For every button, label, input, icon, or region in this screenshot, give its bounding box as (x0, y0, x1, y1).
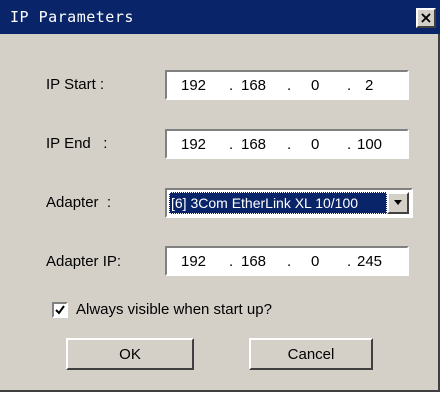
window-title: IP Parameters (10, 8, 134, 26)
title-bar[interactable]: IP Parameters × (0, 0, 440, 34)
adapter-label: Adapter : (46, 194, 112, 211)
ok-button[interactable]: OK (66, 338, 194, 370)
ip-dot: . (287, 253, 292, 270)
adapter-ip-field[interactable]: 192 . 168 . 0 . 245 (165, 246, 409, 276)
ip-octet-1[interactable]: 192 (181, 136, 206, 153)
ip-octet-1[interactable]: 192 (181, 77, 206, 94)
chevron-down-icon (394, 200, 402, 205)
ip-octet-4[interactable]: 245 (357, 253, 382, 270)
ip-parameters-dialog: IP Parameters × IP Start : 192 . 168 . 0… (0, 0, 440, 392)
ip-octet-2[interactable]: 168 (241, 253, 266, 270)
ip-dot: . (347, 136, 352, 153)
ip-end-field[interactable]: 192 . 168 . 0 . 100 (165, 129, 409, 159)
ip-dot: . (347, 77, 352, 94)
ip-octet-1[interactable]: 192 (181, 253, 206, 270)
checkmark-icon (55, 305, 65, 315)
close-button[interactable]: × (416, 8, 436, 28)
adapter-ip-label: Adapter IP: (46, 253, 122, 270)
adapter-selected-value[interactable]: [6] 3Com EtherLink XL 10/100 (169, 192, 387, 214)
ip-start-field[interactable]: 192 . 168 . 0 . 2 (165, 70, 409, 100)
ip-octet-2[interactable]: 168 (241, 77, 266, 94)
ip-dot: . (229, 253, 234, 270)
ip-dot: . (287, 136, 292, 153)
adapter-select[interactable]: [6] 3Com EtherLink XL 10/100 (165, 188, 413, 218)
ip-dot: . (347, 253, 352, 270)
ip-octet-3[interactable]: 0 (311, 136, 319, 153)
always-visible-label: Always visible when start up? (76, 301, 272, 318)
ip-dot: . (229, 136, 234, 153)
ip-end-label: IP End : (46, 135, 108, 152)
ip-octet-4[interactable]: 100 (357, 136, 382, 153)
ip-octet-4[interactable]: 2 (365, 77, 373, 94)
ip-dot: . (229, 77, 234, 94)
ip-octet-3[interactable]: 0 (311, 77, 319, 94)
cancel-button[interactable]: Cancel (249, 338, 373, 370)
ip-octet-3[interactable]: 0 (311, 253, 319, 270)
ip-start-label: IP Start : (46, 76, 105, 93)
ip-dot: . (287, 77, 292, 94)
close-icon: × (419, 8, 433, 27)
dropdown-button[interactable] (387, 192, 409, 214)
ip-octet-2[interactable]: 168 (241, 136, 266, 153)
always-visible-checkbox[interactable] (52, 302, 68, 318)
